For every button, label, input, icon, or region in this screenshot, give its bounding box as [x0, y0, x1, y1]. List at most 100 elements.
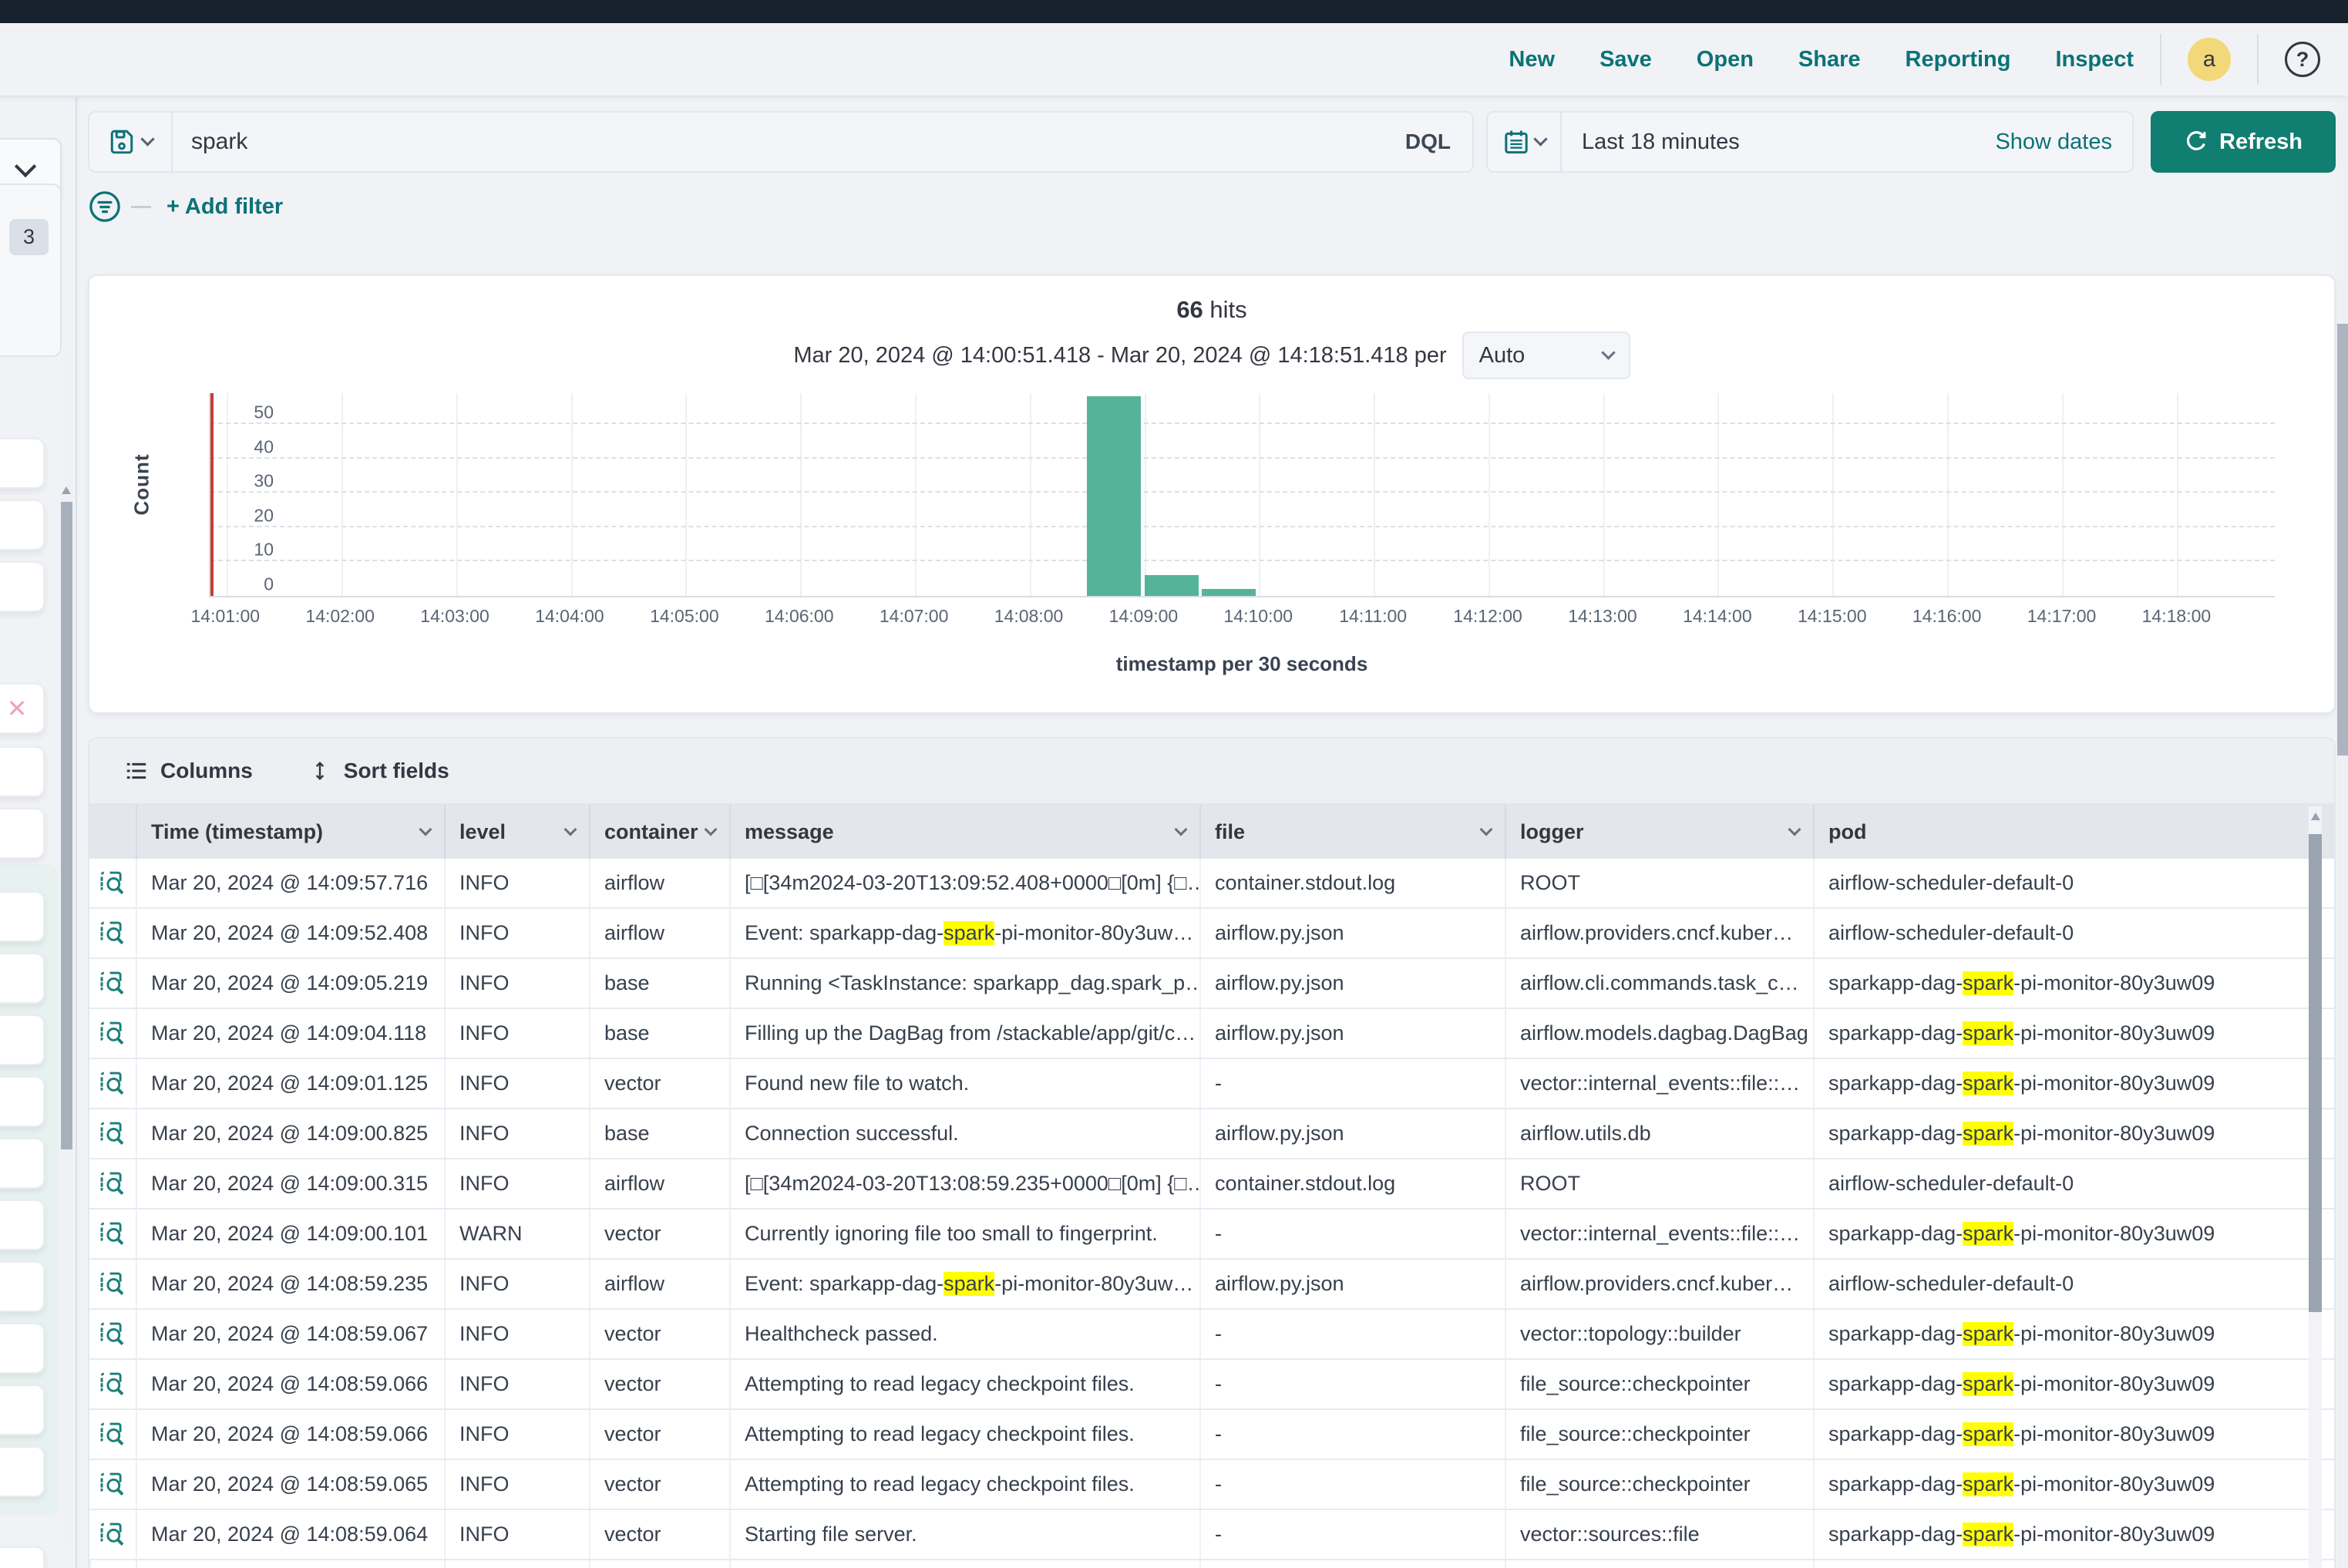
- cell-logger: file_source::checkpointer: [1505, 1410, 1813, 1459]
- sort-fields-button[interactable]: Sort fields: [308, 759, 449, 783]
- cell-level: INFO: [444, 1310, 589, 1358]
- column-header-logger[interactable]: logger: [1505, 805, 1813, 859]
- sidebar-scrollbar-thumb[interactable]: [61, 502, 72, 1149]
- field-pill[interactable]: [0, 808, 45, 859]
- field-pill[interactable]: [0, 891, 45, 942]
- nav-open[interactable]: Open: [1697, 47, 1754, 72]
- search-input[interactable]: spark: [173, 129, 1384, 155]
- quick-select-button[interactable]: [1488, 113, 1562, 171]
- cell-time: Mar 20, 2024 @ 14:09:57.716: [136, 859, 444, 907]
- cell-level: INFO: [444, 1159, 589, 1208]
- table-scrollbar[interactable]: [2309, 806, 2322, 1568]
- histogram-bar[interactable]: [1087, 396, 1141, 596]
- histogram-bar[interactable]: [1145, 575, 1199, 596]
- nav-reporting[interactable]: Reporting: [1906, 47, 2011, 72]
- column-header-level[interactable]: level: [444, 805, 589, 859]
- cell-file: container.stdout.log: [1199, 859, 1505, 907]
- chevron-down-icon[interactable]: [419, 823, 432, 836]
- expand-document-button[interactable]: [89, 1460, 136, 1509]
- field-pill[interactable]: [0, 746, 45, 797]
- help-icon[interactable]: ?: [2285, 42, 2320, 77]
- scroll-up-icon: [62, 486, 71, 494]
- add-filter-button[interactable]: + Add filter: [167, 194, 283, 220]
- field-pill[interactable]: [0, 1138, 45, 1189]
- nav-inspect[interactable]: Inspect: [2055, 47, 2134, 72]
- inspect-document-icon: [99, 1521, 126, 1549]
- search-highlight: spark: [1963, 971, 2013, 995]
- nav-new[interactable]: New: [1509, 47, 1555, 72]
- chevron-down-icon: [140, 132, 154, 146]
- show-dates-button[interactable]: Show dates: [1995, 130, 2132, 155]
- saved-queries-button[interactable]: [89, 113, 173, 171]
- chevron-down-icon[interactable]: [1788, 823, 1801, 836]
- expand-document-button[interactable]: [89, 1360, 136, 1408]
- interval-value: Auto: [1479, 343, 1526, 368]
- chevron-down-icon[interactable]: [705, 823, 718, 836]
- expand-document-button[interactable]: [89, 859, 136, 907]
- expand-document-button[interactable]: [89, 1059, 136, 1108]
- filter-icon[interactable]: [88, 190, 122, 224]
- column-header-message[interactable]: message: [729, 805, 1199, 859]
- fields-count-badge: 3: [9, 219, 49, 255]
- cell-logger: ROOT: [1505, 859, 1813, 907]
- expand-document-button[interactable]: [89, 909, 136, 957]
- histogram-bar[interactable]: [1202, 589, 1256, 596]
- column-header-pod[interactable]: pod: [1813, 805, 2334, 859]
- field-pill[interactable]: [0, 953, 45, 1004]
- chevron-down-icon[interactable]: [1480, 823, 1493, 836]
- interval-select[interactable]: Auto: [1462, 331, 1630, 379]
- expand-document-button[interactable]: [89, 1159, 136, 1208]
- table-scrollbar-thumb[interactable]: [2309, 834, 2322, 1312]
- filter-divider: [131, 206, 151, 208]
- expand-document-button[interactable]: [89, 1510, 136, 1559]
- search-highlight: spark: [1963, 1322, 2013, 1346]
- expand-document-button[interactable]: [89, 1310, 136, 1358]
- field-pill[interactable]: [0, 1323, 45, 1374]
- cell-time: Mar 20, 2024 @ 14:08:59.066: [136, 1360, 444, 1408]
- sidebar-scrollbar[interactable]: [61, 348, 72, 1543]
- time-range-value[interactable]: Last 18 minutes: [1562, 130, 1995, 155]
- field-pill[interactable]: ✕: [0, 683, 45, 734]
- field-pill[interactable]: [0, 1014, 45, 1065]
- field-pill[interactable]: [0, 500, 45, 550]
- page-scrollbar[interactable]: [2337, 99, 2348, 1568]
- columns-button[interactable]: Columns: [125, 759, 253, 783]
- remove-field-icon[interactable]: ✕: [7, 696, 28, 721]
- log-row: Mar 20, 2024 @ 14:08:59.064INFOvectorSta…: [89, 1510, 2334, 1560]
- expand-document-button[interactable]: [89, 1410, 136, 1459]
- expand-document-button[interactable]: [89, 1260, 136, 1308]
- expand-document-button[interactable]: [89, 1009, 136, 1058]
- cell-file: airflow.py.json: [1199, 959, 1505, 1008]
- field-pill[interactable]: [0, 1076, 45, 1127]
- field-pill[interactable]: [0, 1446, 45, 1497]
- chevron-down-icon[interactable]: [564, 823, 577, 836]
- field-pill[interactable]: [0, 1385, 45, 1435]
- avatar[interactable]: a: [2188, 38, 2231, 81]
- field-pill[interactable]: [0, 1546, 45, 1568]
- column-header-container[interactable]: container: [589, 805, 729, 859]
- expand-document-button[interactable]: [89, 1109, 136, 1158]
- query-language-button[interactable]: DQL: [1384, 130, 1472, 154]
- field-pill[interactable]: [0, 1261, 45, 1312]
- nav-share[interactable]: Share: [1798, 47, 1861, 72]
- column-header-file[interactable]: file: [1199, 805, 1505, 859]
- field-pill[interactable]: [0, 561, 45, 612]
- refresh-button[interactable]: Refresh: [2151, 111, 2336, 173]
- cell-level: INFO: [444, 959, 589, 1008]
- page-scrollbar-thumb[interactable]: [2337, 324, 2348, 755]
- column-header-time-timestamp[interactable]: Time (timestamp): [136, 805, 444, 859]
- expand-document-button[interactable]: [89, 1210, 136, 1258]
- chevron-down-icon[interactable]: [1175, 823, 1188, 836]
- cell-time: Mar 20, 2024 @ 14:09:52.408: [136, 909, 444, 957]
- field-pill[interactable]: [0, 1200, 45, 1250]
- gridline-y: [210, 422, 2275, 424]
- sort-icon: [308, 759, 331, 782]
- date-picker: Last 18 minutes Show dates: [1486, 111, 2134, 173]
- histogram-plot[interactable]: 01020304050: [209, 393, 2275, 597]
- cell-pod: sparkapp-dag-spark-pi-monitor-80y3uw09: [1813, 959, 2334, 1008]
- nav-save[interactable]: Save: [1600, 47, 1652, 72]
- log-row: Mar 20, 2024 @ 14:08:59.066INFOvectorAtt…: [89, 1360, 2334, 1410]
- y-tick-label: 10: [212, 540, 274, 560]
- expand-document-button[interactable]: [89, 959, 136, 1008]
- field-pill[interactable]: [0, 438, 45, 489]
